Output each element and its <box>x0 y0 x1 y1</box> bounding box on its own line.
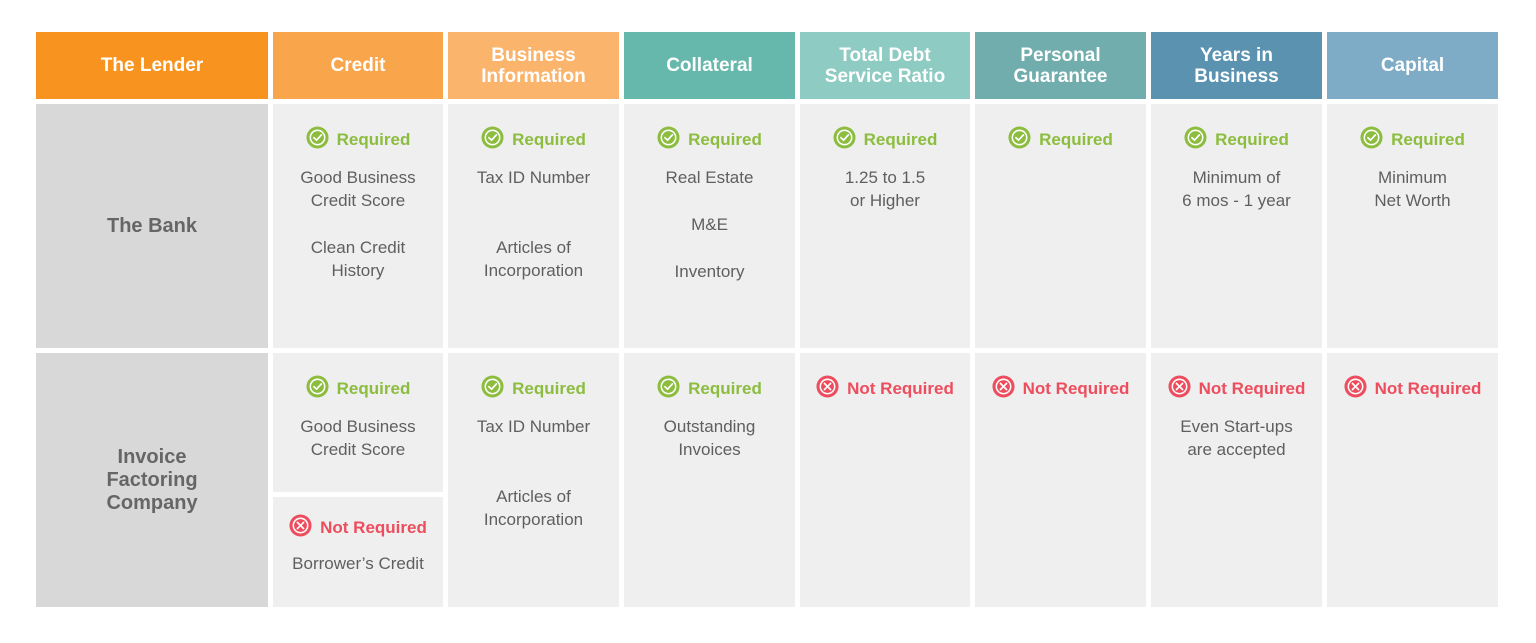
requirement-details: Real Estate M&E Inventory <box>666 166 754 283</box>
requirement-cell: Required Minimum Net Worth <box>1327 104 1498 348</box>
status-label: Required <box>336 379 411 398</box>
status-label: Not Required <box>1198 379 1306 398</box>
status-label: Not Required <box>1374 379 1482 398</box>
status-label: Required <box>1215 130 1289 149</box>
not-required-badge: Not Required <box>816 375 954 403</box>
requirement-cell: Required Minimum of 6 mos - 1 year <box>1151 104 1322 348</box>
status-label: Required <box>688 130 762 149</box>
check-circle-icon <box>833 126 856 154</box>
requirement-cell: Not Required <box>1327 353 1498 607</box>
check-circle-icon <box>1008 126 1031 154</box>
requirement-detail: Tax ID Number <box>476 168 591 187</box>
status-label: Required <box>512 130 586 149</box>
requirement-cell: Required 1.25 to 1.5 or Higher <box>800 104 970 348</box>
required-badge: Required <box>1360 126 1465 154</box>
requirement-detail: Inventory <box>674 262 745 281</box>
status-label: Not Required <box>1022 379 1130 398</box>
x-circle-icon <box>992 375 1015 403</box>
requirement-detail: Articles of Incorporation <box>483 487 584 529</box>
requirement-details: Minimum of 6 mos - 1 year <box>1182 166 1291 212</box>
requirement-detail: Even Start-ups are accepted <box>1180 417 1293 459</box>
check-circle-icon <box>1360 126 1383 154</box>
requirement-cell: Not Required Borrower’s Credit <box>273 497 443 607</box>
header-personal-guarantee: Personal Guarantee <box>975 32 1146 99</box>
check-circle-icon <box>1184 126 1207 154</box>
required-badge: Required <box>306 375 411 403</box>
header-total-debt-service-ratio: Total Debt Service Ratio <box>800 32 970 99</box>
requirement-detail: Borrower’s Credit <box>292 554 424 573</box>
x-circle-icon <box>1344 375 1367 403</box>
not-required-badge: Not Required <box>992 375 1130 403</box>
status-label: Not Required <box>320 518 427 537</box>
x-circle-icon <box>1168 375 1191 403</box>
header-business-information: Business Information <box>448 32 619 99</box>
requirement-cell: Required Good Business Credit Score <box>273 353 443 492</box>
requirement-cell: Required <box>975 104 1146 348</box>
required-badge: Required <box>657 375 762 403</box>
required-badge: Required <box>1008 126 1113 154</box>
check-circle-icon <box>657 126 680 154</box>
check-circle-icon <box>481 126 504 154</box>
requirement-cell: Not Required Even Start-ups are accepted <box>1151 353 1322 607</box>
requirement-cell: Not Required <box>800 353 970 607</box>
required-badge: Required <box>481 126 586 154</box>
header-years-in-business: Years in Business <box>1151 32 1322 99</box>
not-required-badge: Not Required <box>1168 375 1306 403</box>
requirement-details: Good Business Credit Score <box>300 415 415 461</box>
x-circle-icon <box>289 514 312 542</box>
requirement-cell: Not Required <box>975 353 1146 607</box>
requirement-detail: Good Business Credit Score <box>300 168 416 210</box>
requirement-cell: Required Good Business Credit Score Clean … <box>273 104 443 348</box>
check-circle-icon <box>481 375 504 403</box>
required-badge: Required <box>306 126 411 154</box>
lender-comparison-table: The Lender Credit Business Information Coll… <box>36 32 1500 607</box>
status-label: Required <box>1039 130 1113 149</box>
requirement-detail: Clean Credit History <box>310 238 406 280</box>
requirement-detail: M&E <box>691 215 728 234</box>
not-required-badge: Not Required <box>1344 375 1482 403</box>
requirement-details: Even Start-ups are accepted <box>1180 415 1292 461</box>
requirement-cell: Required Real Estate M&E Inventory <box>624 104 795 348</box>
credit-split-cell: Required Good Business Credit Score Not Re… <box>273 353 443 607</box>
check-circle-icon <box>306 126 329 154</box>
status-label: Required <box>1391 130 1465 149</box>
requirement-detail: Minimum Net Worth <box>1374 168 1451 210</box>
header-collateral: Collateral <box>624 32 795 99</box>
requirement-details: 1.25 to 1.5 or Higher <box>845 166 925 212</box>
requirement-detail: Outstanding Invoices <box>663 417 756 459</box>
status-label: Not Required <box>847 379 954 398</box>
requirement-detail: Tax ID Number <box>476 417 591 436</box>
requirement-cell: Required Tax ID Number Articles of Incorp… <box>448 104 619 348</box>
lender-label-the-bank: The Bank <box>36 104 268 348</box>
required-badge: Required <box>481 375 586 403</box>
requirement-cell: Required Outstanding Invoices <box>624 353 795 607</box>
requirement-details: Borrower’s Credit <box>292 552 424 575</box>
requirement-details: Outstanding Invoices <box>664 415 756 461</box>
check-circle-icon <box>657 375 680 403</box>
status-label: Required <box>512 379 586 398</box>
status-label: Required <box>688 379 762 398</box>
not-required-badge: Not Required <box>289 514 427 542</box>
required-badge: Required <box>1184 126 1289 154</box>
requirement-detail: Good Business Credit Score <box>300 417 416 459</box>
x-circle-icon <box>816 375 839 403</box>
requirement-detail: 1.25 to 1.5 or Higher <box>844 168 926 210</box>
lender-label-invoice-factoring-company: Invoice Factoring Company <box>36 353 268 607</box>
check-circle-icon <box>306 375 329 403</box>
header-credit: Credit <box>273 32 443 99</box>
requirement-cell: Required Tax ID Number Articles of Incorp… <box>448 353 619 607</box>
requirement-detail: Minimum of 6 mos - 1 year <box>1182 168 1291 210</box>
required-badge: Required <box>833 126 938 154</box>
requirement-detail: Real Estate <box>665 168 754 187</box>
requirement-details: Tax ID Number Articles of Incorporation <box>477 166 590 282</box>
requirement-detail: Articles of Incorporation <box>483 238 584 280</box>
status-label: Required <box>336 130 411 149</box>
required-badge: Required <box>657 126 762 154</box>
requirement-details: Good Business Credit Score Clean Credit H… <box>300 166 415 282</box>
status-label: Required <box>863 130 938 149</box>
header-capital: Capital <box>1327 32 1498 99</box>
requirement-details: Minimum Net Worth <box>1374 166 1450 212</box>
requirement-details: Tax ID Number Articles of Incorporation <box>477 415 590 531</box>
header-the-lender: The Lender <box>36 32 268 99</box>
